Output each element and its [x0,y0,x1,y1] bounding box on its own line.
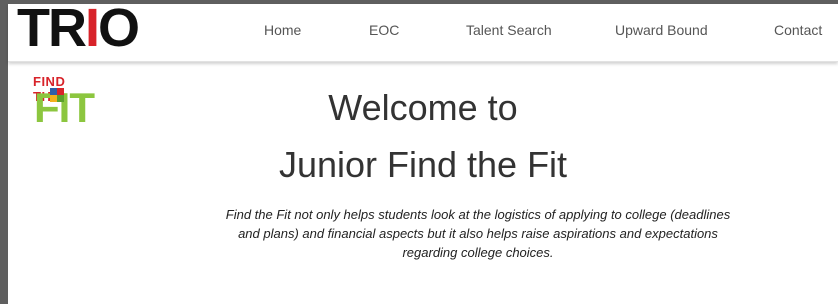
logo-text-i: I [84,0,100,58]
welcome-heading: Welcome to [328,87,518,128]
intro-paragraph: Find the Fit not only helps students loo… [225,207,731,260]
page-frame: TRIO Home EOC Talent Search Upward Bound… [8,0,838,304]
nav-contact[interactable]: Contact [774,22,822,38]
nav-talent-search[interactable]: Talent Search [466,22,552,38]
nav-upward-bound[interactable]: Upward Bound [615,22,708,38]
nav-eoc[interactable]: EOC [369,22,399,38]
site-header: TRIO Home EOC Talent Search Upward Bound… [8,0,838,62]
trio-logo[interactable]: TRIO [17,0,140,58]
nav-home[interactable]: Home [264,22,301,38]
logo-text-o: O [98,0,140,58]
page-title: Junior Find the Fit [278,144,568,185]
logo-text-tr: TR [17,0,87,58]
